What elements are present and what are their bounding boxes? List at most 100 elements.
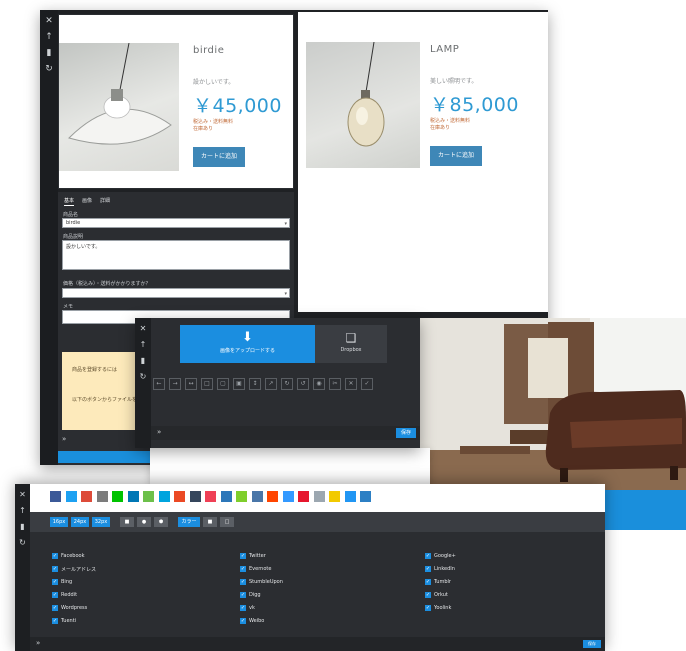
style-option-button[interactable]: ■ [120, 517, 134, 527]
line-icon[interactable] [112, 491, 123, 502]
mobile-icon[interactable]: ▮ [44, 48, 54, 58]
tool-icon[interactable]: ↕ [249, 378, 261, 390]
tool-icon[interactable]: ↗ [265, 378, 277, 390]
service-checkbox-item[interactable]: ✓ Yoolink [425, 604, 451, 612]
checkbox-checked-icon[interactable]: ✓ [425, 553, 431, 559]
rss-icon[interactable] [360, 491, 371, 502]
checkbox-checked-icon[interactable]: ✓ [52, 566, 58, 572]
service-checkbox-item[interactable]: ✓ Reddit [52, 591, 77, 599]
product-name-field[interactable]: birdie ▾ [62, 218, 290, 228]
checkbox-checked-icon[interactable]: ✓ [240, 579, 246, 585]
service-checkbox-item[interactable]: ✓ Weibo [240, 617, 264, 625]
service-checkbox-item[interactable]: ✓ Evernote [240, 565, 271, 573]
collapse-icon[interactable]: » [62, 435, 66, 443]
service-checkbox-item[interactable]: ✓ StumbleUpon [240, 578, 283, 586]
tool-icon[interactable]: ↻ [281, 378, 293, 390]
checkbox-checked-icon[interactable]: ✓ [425, 579, 431, 585]
tab-image[interactable]: 画像 [82, 196, 92, 206]
tool-icon[interactable]: ◉ [313, 378, 325, 390]
checkbox-checked-icon[interactable]: ✓ [52, 553, 58, 559]
stumbleupon-icon[interactable] [174, 491, 185, 502]
service-checkbox-item[interactable]: ✓ Digg [240, 591, 261, 599]
style-option-button[interactable]: カラー [178, 517, 200, 527]
upload-icon[interactable]: ↑ [138, 340, 148, 350]
collapse-icon[interactable]: » [36, 639, 40, 647]
refresh-icon[interactable]: ↻ [138, 372, 148, 382]
close-icon[interactable]: ✕ [138, 324, 148, 334]
service-checkbox-item[interactable]: ✓ Google+ [425, 552, 456, 560]
pocket-icon[interactable] [205, 491, 216, 502]
service-checkbox-item[interactable]: ✓ Tumblr [425, 578, 451, 586]
print-icon[interactable] [313, 491, 325, 502]
checkbox-checked-icon[interactable]: ✓ [240, 592, 246, 598]
checkbox-checked-icon[interactable]: ✓ [52, 592, 58, 598]
tool-icon[interactable]: ↺ [297, 378, 309, 390]
product-description-field[interactable]: 設かしいです。 [62, 240, 290, 270]
service-checkbox-item[interactable]: ✓ vk [240, 604, 255, 612]
gmail-icon[interactable] [344, 491, 356, 502]
digg-icon[interactable] [220, 491, 232, 502]
mobile-icon[interactable]: ▮ [18, 522, 28, 532]
checkbox-checked-icon[interactable]: ✓ [52, 605, 58, 611]
add-to-cart-button[interactable]: カートに追加 [193, 147, 246, 167]
checkbox-checked-icon[interactable]: ✓ [425, 592, 431, 598]
checkbox-checked-icon[interactable]: ✓ [52, 579, 58, 585]
close-icon[interactable]: ✕ [44, 16, 54, 26]
style-option-button[interactable]: 16px [50, 517, 68, 527]
service-checkbox-item[interactable]: ✓ Wordpress [52, 604, 87, 612]
refresh-icon[interactable]: ↻ [44, 64, 54, 74]
checkbox-checked-icon[interactable]: ✓ [425, 566, 431, 572]
style-option-button[interactable]: ⬢ [154, 517, 168, 527]
share-icon[interactable] [143, 491, 154, 502]
twitter-icon[interactable] [65, 491, 77, 502]
style-option-button[interactable]: □ [220, 517, 234, 527]
tool-icon[interactable]: ▢ [217, 378, 229, 390]
tool-icon[interactable]: □ [201, 378, 213, 390]
save-button[interactable]: 保存 [583, 640, 601, 648]
style-option-button[interactable]: ● [137, 517, 151, 527]
upload-image-button[interactable]: ⬇ 画像をアップロードする [180, 325, 315, 363]
collapse-icon[interactable]: » [157, 428, 161, 436]
service-checkbox-item[interactable]: ✓ Orkut [425, 591, 448, 599]
tool-icon[interactable]: ▣ [233, 378, 245, 390]
price-select[interactable]: ▾ [62, 288, 290, 298]
hatena-icon[interactable] [158, 491, 170, 502]
style-option-button[interactable]: 24px [71, 517, 89, 527]
tool-icon[interactable]: ✓ [361, 378, 373, 390]
facebook-icon[interactable] [50, 491, 61, 502]
checkbox-checked-icon[interactable]: ✓ [425, 605, 431, 611]
reddit-icon[interactable] [267, 491, 278, 502]
service-checkbox-item[interactable]: ✓ Bing [52, 578, 72, 586]
service-checkbox-item[interactable]: ✓ メールアドレス [52, 565, 96, 573]
mail-icon[interactable] [96, 491, 108, 502]
tumblr-icon[interactable] [189, 491, 201, 502]
checkbox-checked-icon[interactable]: ✓ [240, 618, 246, 624]
tool-icon[interactable]: ← [153, 378, 165, 390]
checkbox-checked-icon[interactable]: ✓ [240, 605, 246, 611]
delicious-icon[interactable] [282, 491, 294, 502]
service-checkbox-item[interactable]: ✓ Twitter [240, 552, 266, 560]
weibo-icon[interactable] [298, 491, 309, 502]
dropbox-button[interactable]: ❑ Dropbox [315, 325, 387, 363]
checkbox-checked-icon[interactable]: ✓ [240, 553, 246, 559]
checkbox-checked-icon[interactable]: ✓ [240, 566, 246, 572]
tab-detail[interactable]: 詳細 [100, 196, 110, 206]
checkbox-checked-icon[interactable]: ✓ [52, 618, 58, 624]
service-checkbox-item[interactable]: ✓ LinkedIn [425, 565, 455, 573]
tool-icon[interactable]: ✕ [345, 378, 357, 390]
service-checkbox-item[interactable]: ✓ Tuenti [52, 617, 76, 625]
refresh-icon[interactable]: ↻ [18, 538, 28, 548]
tab-basic[interactable]: 基本 [64, 196, 75, 206]
evernote-icon[interactable] [236, 491, 247, 502]
vk-icon[interactable] [251, 491, 263, 502]
close-icon[interactable]: ✕ [18, 490, 28, 500]
style-option-button[interactable]: 32px [92, 517, 110, 527]
service-checkbox-item[interactable]: ✓ Facebook [52, 552, 85, 560]
upload-icon[interactable]: ↑ [44, 32, 54, 42]
yahoo-icon[interactable] [329, 491, 340, 502]
googleplus-icon[interactable] [81, 491, 92, 502]
tool-icon[interactable]: ✂ [329, 378, 341, 390]
add-to-cart-button[interactable]: カートに追加 [430, 146, 483, 166]
tool-icon[interactable]: → [169, 378, 181, 390]
linkedin-icon[interactable] [127, 491, 139, 502]
